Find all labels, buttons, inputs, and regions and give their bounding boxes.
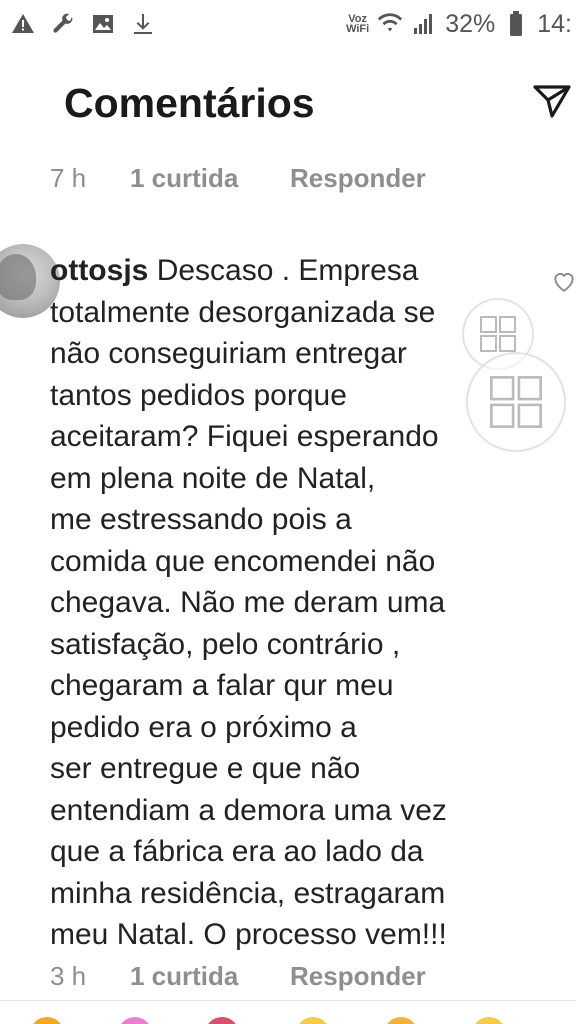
comment-body: ottosjs Descaso . Empresa totalmente des… (50, 250, 520, 956)
comment-username[interactable]: ottosjs (50, 254, 148, 287)
grid-icon (490, 376, 542, 428)
clock: 14: (537, 9, 572, 38)
warning-icon (10, 11, 36, 37)
previous-comment-meta: 7 h 1 curtida Responder (50, 158, 426, 198)
reply-button[interactable]: Responder (290, 163, 426, 194)
status-left-icons (0, 11, 156, 37)
page-title: Comentários (64, 80, 315, 126)
likes-count-link[interactable]: 1 curtida (130, 961, 290, 992)
emoji-icon[interactable] (384, 1017, 418, 1024)
emoji-icon[interactable] (472, 1017, 506, 1024)
download-icon (130, 11, 156, 37)
battery-icon (503, 11, 529, 37)
send-button[interactable] (530, 78, 574, 122)
status-bar: Voz WiFi 32% 14: (0, 0, 576, 48)
signal-icon (411, 11, 437, 37)
comment-text: Descaso . Empresa totalmente desorganiza… (50, 254, 447, 951)
wifi-icon (377, 11, 403, 37)
grid-icon (480, 316, 516, 352)
emoji-icon[interactable] (118, 1017, 152, 1024)
like-comment-button[interactable] (551, 268, 576, 294)
emoji-icon[interactable] (296, 1017, 330, 1024)
voz-wifi-label: Voz WiFi (346, 13, 370, 35)
comment-meta: 3 h 1 curtida Responder (50, 956, 426, 996)
likes-count-link[interactable]: 1 curtida (130, 163, 290, 194)
image-icon (90, 11, 116, 37)
heart-icon (554, 273, 574, 292)
send-icon (533, 85, 571, 118)
emoji-quick-reactions (0, 1000, 576, 1024)
emoji-icon[interactable] (30, 1017, 64, 1024)
comments-screen: Voz WiFi 32% 14: Comentários 7 h 1 curti… (0, 0, 576, 1024)
comment-time: 7 h (50, 162, 87, 193)
comment-time: 3 h (50, 960, 87, 991)
status-right-icons: Voz WiFi 32% 14: (346, 10, 576, 39)
wrench-icon (50, 11, 76, 37)
header: Comentários (0, 72, 576, 142)
emoji-icon[interactable] (205, 1017, 239, 1024)
floating-grid-button[interactable] (466, 352, 566, 452)
battery-percent: 32% (445, 9, 496, 38)
reply-button[interactable]: Responder (290, 961, 426, 992)
